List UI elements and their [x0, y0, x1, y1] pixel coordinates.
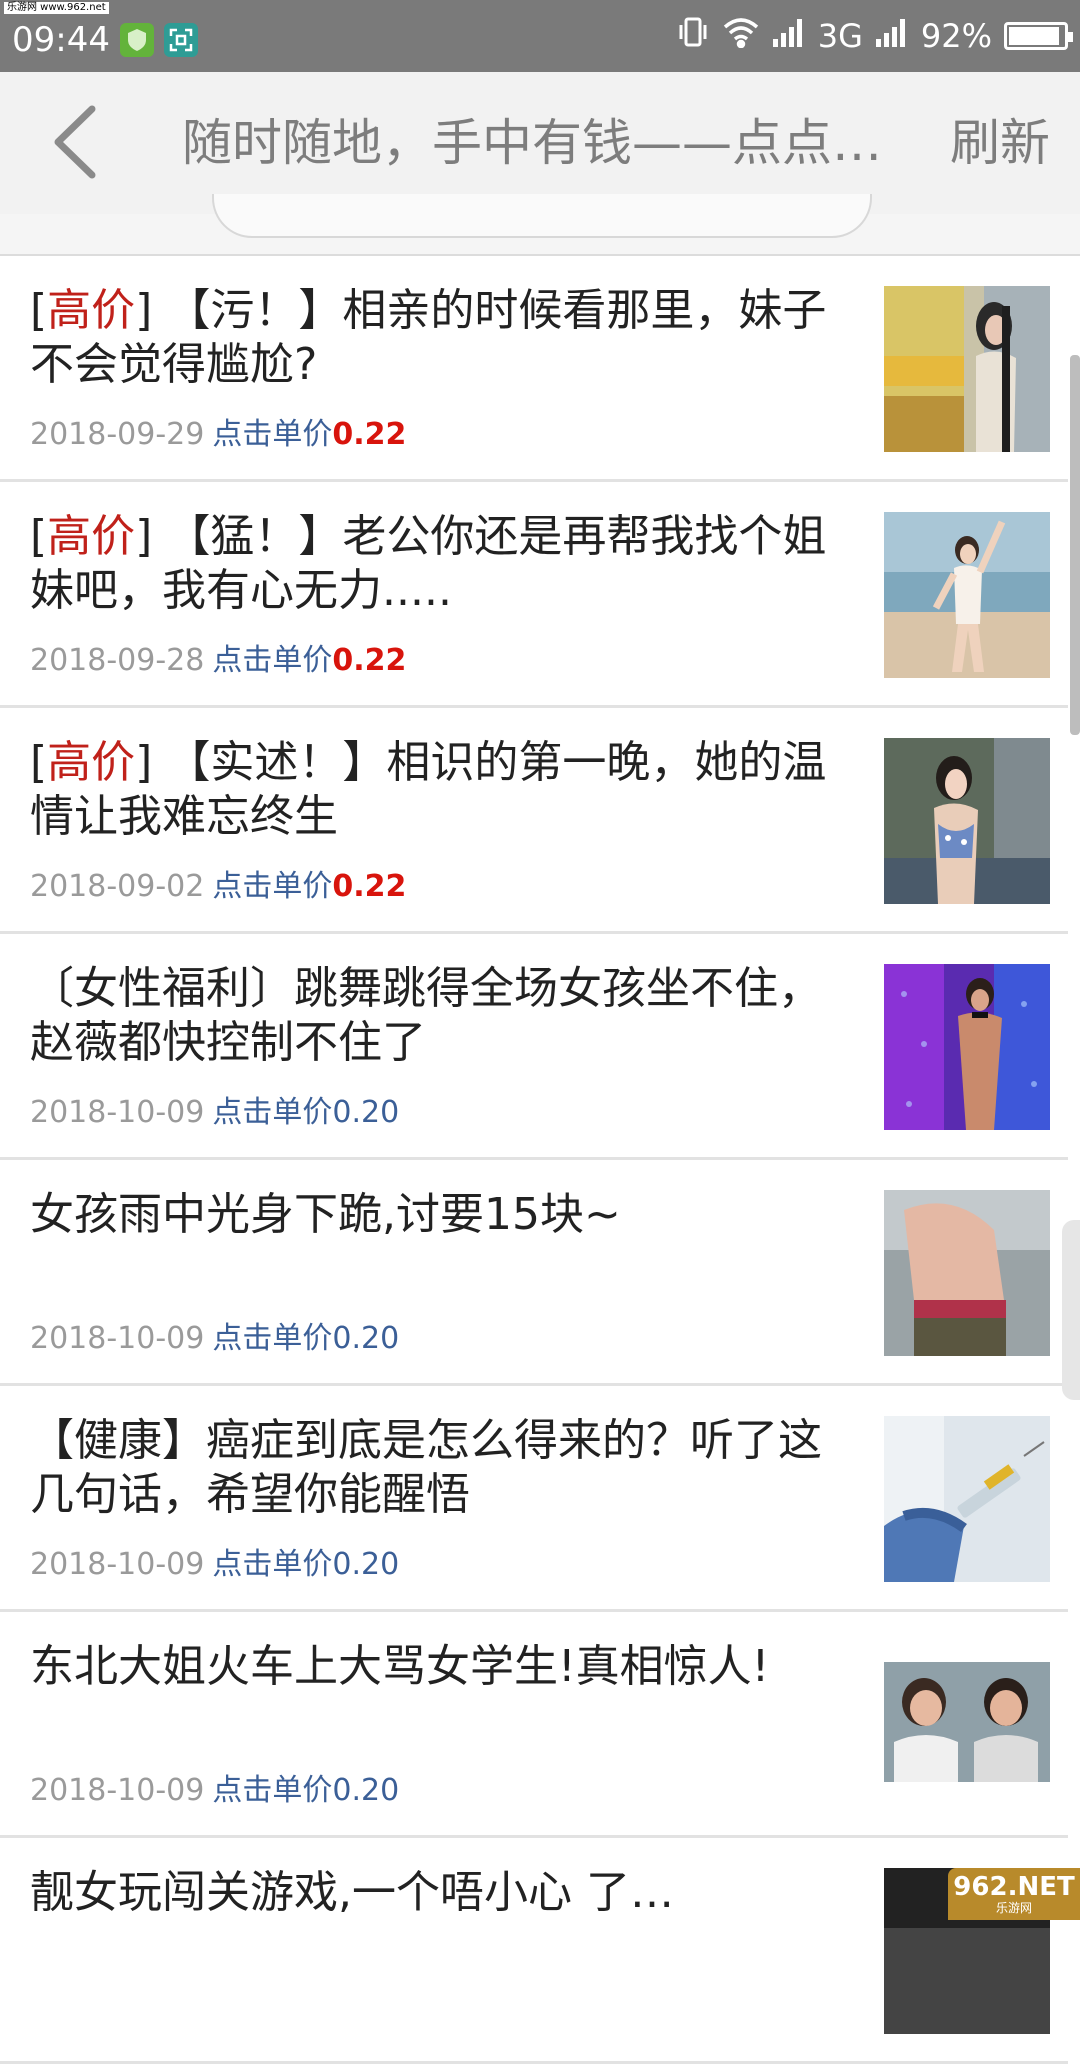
title-text: 【健康】癌症到底是怎么得来的？听了这几句话，希望你能醒悟 — [30, 1415, 822, 1520]
item-price: 0.22 — [332, 417, 406, 452]
item-title[interactable]: 【健康】癌症到底是怎么得来的？听了这几句话，希望你能醒悟 — [30, 1414, 850, 1522]
title-text: 〔女性福利〕跳舞跳得全场女孩坐不住，赵薇都快控制不住了 — [30, 963, 822, 1068]
tag-bracket-close: ] — [135, 285, 152, 336]
watermark-top: 乐游网 www.962.net — [4, 2, 109, 14]
signal-icon — [875, 17, 909, 55]
wifi-icon — [722, 16, 760, 56]
list-item[interactable]: 东北大姐火车上大骂女学生!真相惊人! 2018-10-09点击单价0.20 — [0, 1612, 1068, 1838]
shield-app-icon — [120, 23, 154, 57]
signal-icon — [772, 17, 806, 55]
vibrate-icon — [676, 15, 710, 57]
item-price: 0.22 — [332, 869, 406, 904]
list-item[interactable]: 〔女性福利〕跳舞跳得全场女孩坐不住，赵薇都快控制不住了 2018-10-09点击… — [0, 934, 1068, 1160]
item-price: 0.20 — [332, 1773, 399, 1808]
status-bar: 乐游网 www.962.net 09:44 — [0, 0, 1080, 72]
news-list: [高价] 【污！】相亲的时候看那里，妹子不会觉得尴尬? 2018-09-29点击… — [0, 256, 1068, 2064]
item-title[interactable]: 女孩雨中光身下跪,讨要15块~ — [30, 1188, 850, 1242]
item-meta: 2018-09-29点击单价0.22 — [30, 416, 406, 454]
item-meta: 2018-10-09点击单价0.20 — [30, 1772, 399, 1810]
watermark-sub: 乐游网 — [996, 1901, 1032, 1915]
title-text: 东北大姐火车上大骂女学生!真相惊人! — [30, 1641, 769, 1692]
item-thumbnail-women-train[interactable] — [884, 1642, 1050, 1808]
chevron-left-icon — [52, 105, 98, 179]
list-item[interactable]: 女孩雨中光身下跪,讨要15块~ 2018-10-09点击单价0.20 — [0, 1160, 1068, 1386]
watermark-logo: 962.NET 乐游网 — [948, 1868, 1080, 1920]
item-title[interactable]: 靓女玩闯关游戏,一个唔小心 了… — [30, 1866, 850, 1920]
item-meta: 2018-10-09点击单价0.20 — [30, 1320, 399, 1358]
status-time: 09:44 — [12, 18, 110, 62]
item-date: 2018-10-09 — [30, 1773, 204, 1808]
item-price: 0.20 — [332, 1095, 399, 1130]
item-price: 0.22 — [332, 643, 406, 678]
list-item[interactable]: [高价] 【实述！】相识的第一晚，她的温情让我难忘终生 2018-09-02点击… — [0, 708, 1068, 934]
tag-bracket-open: [ — [30, 737, 47, 788]
price-tag: 高价 — [47, 737, 135, 788]
price-label: 点击单价 — [212, 643, 332, 678]
tag-bracket-close: ] — [135, 737, 152, 788]
item-date: 2018-09-29 — [30, 417, 204, 452]
item-date: 2018-09-02 — [30, 869, 204, 904]
title-text: 女孩雨中光身下跪,讨要15块~ — [30, 1189, 621, 1240]
list-item[interactable]: 【健康】癌症到底是怎么得来的？听了这几句话，希望你能醒悟 2018-10-09点… — [0, 1386, 1068, 1612]
item-thumbnail-woman-on-beach[interactable] — [884, 512, 1050, 678]
price-label: 点击单价 — [212, 1095, 332, 1130]
search-bar[interactable] — [212, 194, 872, 238]
price-label: 点击单价 — [212, 1321, 332, 1356]
price-tag: 高价 — [47, 285, 135, 336]
scan-app-icon — [164, 23, 198, 57]
nav-bar: 随时随地，手中有钱——点点… 刷新 — [0, 72, 1080, 214]
item-date: 2018-10-09 — [30, 1095, 204, 1130]
item-price: 0.20 — [332, 1321, 399, 1356]
item-meta — [30, 1998, 38, 2036]
item-title[interactable]: [高价] 【猛！】老公你还是再帮我找个姐妹吧，我有心无力..... — [30, 510, 850, 618]
refresh-button[interactable]: 刷新 — [950, 110, 1050, 176]
price-label: 点击单价 — [212, 869, 332, 904]
page-title: 随时随地，手中有钱——点点… — [182, 110, 902, 176]
item-thumbnail-syringe-gloves[interactable] — [884, 1416, 1050, 1582]
price-label: 点击单价 — [212, 417, 332, 452]
item-title[interactable]: [高价] 【实述！】相识的第一晚，她的温情让我难忘终生 — [30, 736, 850, 844]
item-price: 0.20 — [332, 1547, 399, 1582]
list-item[interactable]: [高价] 【污！】相亲的时候看那里，妹子不会觉得尴尬? 2018-09-29点击… — [0, 256, 1068, 482]
title-text: 靓女玩闯关游戏,一个唔小心 了… — [30, 1867, 674, 1918]
price-tag: 高价 — [47, 511, 135, 562]
item-date: 2018-10-09 — [30, 1321, 204, 1356]
item-meta: 2018-10-09点击单价0.20 — [30, 1094, 399, 1132]
item-thumbnail-dancer-stage[interactable] — [884, 964, 1050, 1130]
item-thumbnail-woman-in-store[interactable] — [884, 286, 1050, 452]
battery-icon — [1004, 22, 1068, 50]
side-handle[interactable] — [1062, 1220, 1080, 1400]
item-meta: 2018-09-28点击单价0.22 — [30, 642, 406, 680]
network-type: 3G — [818, 17, 863, 55]
item-date: 2018-09-28 — [30, 643, 204, 678]
item-thumbnail-woman-poolside[interactable] — [884, 738, 1050, 904]
scrollbar-thumb[interactable] — [1070, 355, 1080, 735]
item-title[interactable]: 东北大姐火车上大骂女学生!真相惊人! — [30, 1640, 850, 1694]
battery-percent: 92% — [921, 17, 992, 55]
tag-bracket-open: [ — [30, 285, 47, 336]
battery-level — [1009, 27, 1059, 45]
price-label: 点击单价 — [212, 1547, 332, 1582]
item-date: 2018-10-09 — [30, 1547, 204, 1582]
item-title[interactable]: 〔女性福利〕跳舞跳得全场女孩坐不住，赵薇都快控制不住了 — [30, 962, 850, 1070]
item-meta: 2018-09-02点击单价0.22 — [30, 868, 406, 906]
list-item[interactable]: 靓女玩闯关游戏,一个唔小心 了… — [0, 1838, 1068, 2064]
back-button[interactable] — [40, 102, 110, 182]
tag-bracket-close: ] — [135, 511, 152, 562]
item-meta: 2018-10-09点击单价0.20 — [30, 1546, 399, 1584]
watermark-main: 962.NET — [953, 1873, 1074, 1901]
list-item[interactable]: [高价] 【猛！】老公你还是再帮我找个姐妹吧，我有心无力..... 2018-0… — [0, 482, 1068, 708]
search-strip — [0, 214, 1080, 256]
item-thumbnail-person-back[interactable] — [884, 1190, 1050, 1356]
item-title[interactable]: [高价] 【污！】相亲的时候看那里，妹子不会觉得尴尬? — [30, 284, 850, 392]
price-label: 点击单价 — [212, 1773, 332, 1808]
tag-bracket-open: [ — [30, 511, 47, 562]
